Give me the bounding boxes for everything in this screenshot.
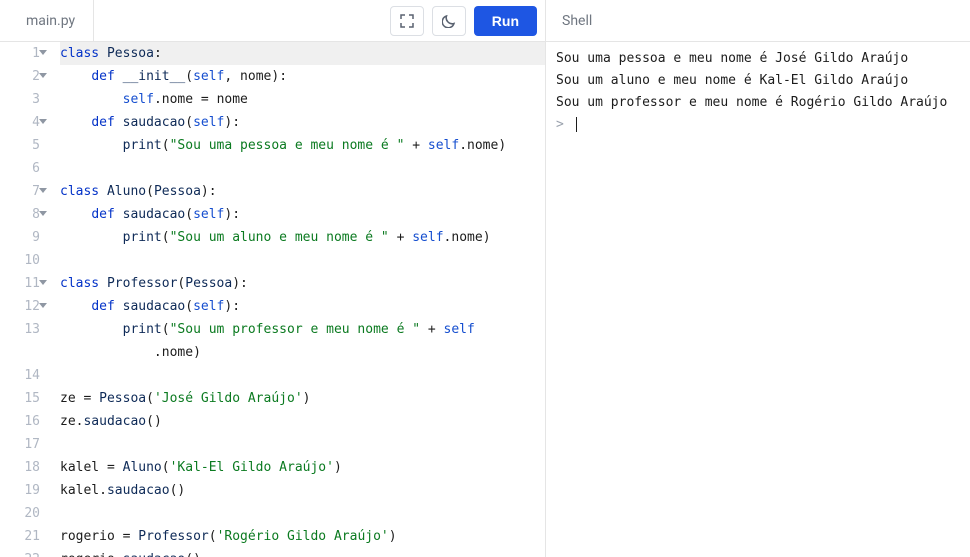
moon-icon — [442, 14, 456, 28]
code-line[interactable]: self.nome = nome — [60, 88, 545, 111]
line-number: 11 — [0, 272, 40, 295]
line-number: 6 — [0, 157, 40, 180]
code-area[interactable]: class Pessoa: def __init__(self, nome): … — [48, 42, 545, 557]
code-line[interactable]: def __init__(self, nome): — [60, 65, 545, 88]
run-button[interactable]: Run — [474, 6, 537, 36]
fullscreen-button[interactable] — [390, 6, 424, 36]
line-number: 9 — [0, 226, 40, 249]
shell-pane: Shell Sou uma pessoa e meu nome é José G… — [546, 0, 970, 557]
editor-pane: main.py Run 1234567891011121314151617181… — [0, 0, 546, 557]
code-line[interactable]: ze = Pessoa('José Gildo Araújo') — [60, 387, 545, 410]
shell-prompt: > — [556, 117, 572, 132]
line-number: 15 — [0, 387, 40, 410]
line-number: 14 — [0, 364, 40, 387]
shell-line: Sou uma pessoa e meu nome é José Gildo A… — [556, 48, 960, 70]
shell-line: Sou um professor e meu nome é Rogério Gi… — [556, 92, 960, 114]
line-number: 4 — [0, 111, 40, 134]
code-line[interactable]: class Professor(Pessoa): — [60, 272, 545, 295]
code-line[interactable]: class Aluno(Pessoa): — [60, 180, 545, 203]
line-number: 7 — [0, 180, 40, 203]
line-number — [0, 341, 40, 364]
editor-toolbar: main.py Run — [0, 0, 545, 42]
code-line[interactable]: print("Sou um aluno e meu nome é " + sel… — [60, 226, 545, 249]
line-number: 17 — [0, 433, 40, 456]
code-line[interactable]: rogerio = Professor('Rogério Gildo Araúj… — [60, 525, 545, 548]
code-line[interactable]: kalel = Aluno('Kal-El Gildo Araújo') — [60, 456, 545, 479]
code-line[interactable]: print("Sou uma pessoa e meu nome é " + s… — [60, 134, 545, 157]
line-number: 3 — [0, 88, 40, 111]
code-line[interactable] — [60, 249, 545, 272]
line-number: 8 — [0, 203, 40, 226]
file-tab[interactable]: main.py — [8, 0, 94, 41]
code-line[interactable]: def saudacao(self): — [60, 203, 545, 226]
code-editor[interactable]: 12345678910111213141516171819202122 clas… — [0, 42, 545, 557]
code-line[interactable] — [60, 433, 545, 456]
line-number: 2 — [0, 65, 40, 88]
line-number: 5 — [0, 134, 40, 157]
code-line[interactable]: kalel.saudacao() — [60, 479, 545, 502]
code-line[interactable] — [60, 157, 545, 180]
theme-button[interactable] — [432, 6, 466, 36]
code-line[interactable]: def saudacao(self): — [60, 295, 545, 318]
code-line[interactable]: print("Sou um professor e meu nome é " +… — [60, 318, 545, 341]
line-number: 22 — [0, 548, 40, 557]
line-number: 21 — [0, 525, 40, 548]
code-line[interactable]: .nome) — [60, 341, 545, 364]
code-line[interactable]: class Pessoa: — [60, 42, 545, 65]
line-number: 1 — [0, 42, 40, 65]
line-number: 12 — [0, 295, 40, 318]
line-number: 10 — [0, 249, 40, 272]
code-line[interactable]: ze.saudacao() — [60, 410, 545, 433]
shell-tab[interactable]: Shell — [546, 0, 970, 42]
line-number: 16 — [0, 410, 40, 433]
line-gutter: 12345678910111213141516171819202122 — [0, 42, 48, 557]
code-line[interactable]: def saudacao(self): — [60, 111, 545, 134]
line-number: 13 — [0, 318, 40, 341]
line-number: 18 — [0, 456, 40, 479]
line-number: 19 — [0, 479, 40, 502]
code-line[interactable] — [60, 502, 545, 525]
shell-line: Sou um aluno e meu nome é Kal-El Gildo A… — [556, 70, 960, 92]
fullscreen-icon — [400, 14, 414, 28]
code-line[interactable] — [60, 364, 545, 387]
code-line[interactable]: rogerio.saudacao() — [60, 548, 545, 557]
shell-output[interactable]: Sou uma pessoa e meu nome é José Gildo A… — [546, 42, 970, 557]
shell-prompt-line[interactable]: > — [556, 114, 960, 136]
app-root: main.py Run 1234567891011121314151617181… — [0, 0, 970, 557]
line-number: 20 — [0, 502, 40, 525]
shell-cursor — [576, 117, 577, 132]
